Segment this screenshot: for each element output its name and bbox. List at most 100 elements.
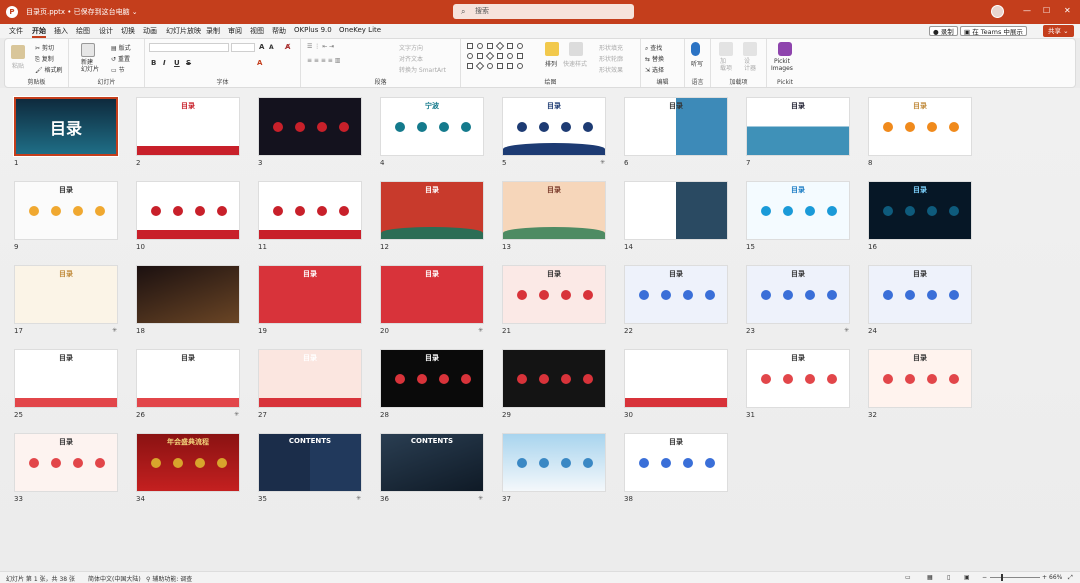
slide-thumbnail[interactable]: 目录 [380,265,484,324]
shapes-gallery[interactable] [465,41,527,73]
slide-thumbnail[interactable]: 目录 [624,349,728,408]
menu-item[interactable]: 录制 [206,26,220,36]
slide-thumbnail[interactable]: 目录 [14,433,118,492]
strikethrough-button[interactable]: S [186,59,191,67]
menu-item[interactable]: 设计 [99,26,113,36]
layout-button[interactable]: ▤ 版式 [111,43,131,52]
slide-thumbnail[interactable] [136,181,240,240]
pickit-icon[interactable] [778,42,792,56]
bullets-icon[interactable]: ☰ ⋮ ⇤ ⇥ [307,43,334,50]
menu-item[interactable]: 开始 [32,26,46,38]
menu-item[interactable]: 绘图 [76,26,90,36]
zoom-level[interactable]: 66% [1049,574,1062,581]
menu-item[interactable]: 帮助 [272,26,286,36]
font-family-dropdown[interactable] [149,43,229,52]
transition-icon[interactable]: ✳ [112,327,117,334]
slide-thumbnail[interactable]: 目录 [624,265,728,324]
menu-item[interactable]: 视图 [250,26,264,36]
slide-thumbnail[interactable] [502,433,606,492]
grow-font-button[interactable]: A [259,43,264,51]
menu-item[interactable]: 插入 [54,26,68,36]
slide-thumbnail[interactable] [624,181,728,240]
normal-view-icon[interactable]: ▭ [905,574,911,581]
menu-item[interactable]: 切换 [121,26,135,36]
slide-thumbnail[interactable]: 目录 [868,97,972,156]
transition-icon[interactable]: ✳ [600,159,605,166]
menu-item[interactable]: OneKey Lite [339,26,381,34]
slide-thumbnail[interactable]: 目录 [136,349,240,408]
sorter-view-icon[interactable]: ▦ [927,574,933,581]
slide-thumbnail[interactable]: 目录 [502,97,606,156]
transition-icon[interactable]: ✳ [844,327,849,334]
menu-item[interactable]: 审阅 [228,26,242,36]
slide-thumbnail[interactable]: 目录 [868,265,972,324]
designer-icon[interactable] [743,42,757,56]
teams-present-button[interactable]: ▣ 在 Teams 中展示 [960,26,1027,36]
align-icons[interactable]: ≡ ≡ ≡ ≡ ▥ [307,57,340,64]
select-button[interactable]: ⇲ 选择 [645,65,664,74]
format-painter-button[interactable]: 🖌 格式刷 [35,65,63,74]
slide-thumbnail[interactable]: 目录 [258,349,362,408]
slide-thumbnail[interactable]: 目录 [136,97,240,156]
new-slide-icon[interactable] [81,43,95,57]
reset-button[interactable]: ↺ 重置 [111,54,130,63]
find-button[interactable]: ⌕ 查找 [645,43,662,53]
menu-item[interactable]: 幻灯片放映 [166,26,201,36]
transition-icon[interactable]: ✳ [478,327,483,334]
file-name[interactable]: 目录页.pptx • 已保存到这台电脑 ⌄ [26,7,138,17]
menu-item[interactable]: 文件 [9,26,23,36]
accessibility-status[interactable]: ⚲ 辅助功能: 调查 [146,574,192,583]
addins-icon[interactable] [719,42,733,56]
slide-thumbnail[interactable]: 目录 [624,97,728,156]
slide-thumbnail[interactable] [258,97,362,156]
font-size-dropdown[interactable] [231,43,255,52]
clear-format-icon[interactable]: A̸ [285,43,290,51]
text-direction-button[interactable]: 文字方向 [399,43,423,52]
arrange-icon[interactable] [545,42,559,56]
fit-to-window-icon[interactable]: ⤢ [1068,574,1073,582]
slide-thumbnail[interactable]: 目录 [380,181,484,240]
font-color-icon[interactable]: A [257,59,262,67]
underline-button[interactable]: U [174,59,180,67]
shrink-font-button[interactable]: A [269,44,274,51]
replace-button[interactable]: ⇆ 替换 [645,54,664,63]
slide-thumbnail[interactable]: 目录 [258,265,362,324]
copy-button[interactable]: ⎘ 复制 [35,54,54,64]
close-icon[interactable]: ✕ [1064,6,1071,15]
zoom-slider[interactable] [990,577,1040,578]
section-button[interactable]: ▭ 节 [111,65,125,74]
bold-button[interactable]: B [151,59,156,67]
maximize-icon[interactable]: ☐ [1043,6,1050,15]
transition-icon[interactable]: ✳ [478,495,483,502]
minimize-icon[interactable]: — [1023,6,1031,15]
italic-button[interactable]: I [163,59,166,67]
slide-thumbnail[interactable]: 目录 [13,96,119,157]
align-text-button[interactable]: 对齐文本 [399,54,423,63]
avatar[interactable] [991,5,1004,18]
slide-thumbnail[interactable]: 目录 [746,97,850,156]
language[interactable]: 简体中文(中国大陆) [88,574,141,583]
slide-thumbnail[interactable]: 目录 [14,265,118,324]
zoom-in-button[interactable]: + [1042,574,1047,581]
smartart-button[interactable]: 转换为 SmartArt [399,65,446,74]
quick-styles-icon[interactable] [569,42,583,56]
slide-thumbnail[interactable]: 目录 [746,181,850,240]
slide-thumbnail[interactable]: 目录 [14,349,118,408]
cut-button[interactable]: ✂ 剪切 [35,43,54,52]
slide-thumbnail[interactable]: CONTENTS [380,433,484,492]
menu-item[interactable]: OKPlus 9.0 [294,26,332,34]
menu-item[interactable]: 动画 [143,26,157,36]
record-button[interactable]: ● 录制 [929,26,958,36]
slide-thumbnail[interactable]: 目录 [502,265,606,324]
slideshow-view-icon[interactable]: ▣ [964,574,970,581]
microphone-icon[interactable] [691,42,700,56]
search-box[interactable]: ⌕ 搜索 [453,4,634,19]
reading-view-icon[interactable]: ▯ [947,574,950,581]
slide-thumbnail[interactable] [502,349,606,408]
shape-fill-button[interactable]: 形状填充 [599,43,623,52]
paste-icon[interactable] [11,45,25,59]
slide-thumbnail[interactable]: 目录 [746,349,850,408]
slide-thumbnail[interactable]: 目录 [868,181,972,240]
slide-thumbnail[interactable] [258,181,362,240]
transition-icon[interactable]: ✳ [356,495,361,502]
